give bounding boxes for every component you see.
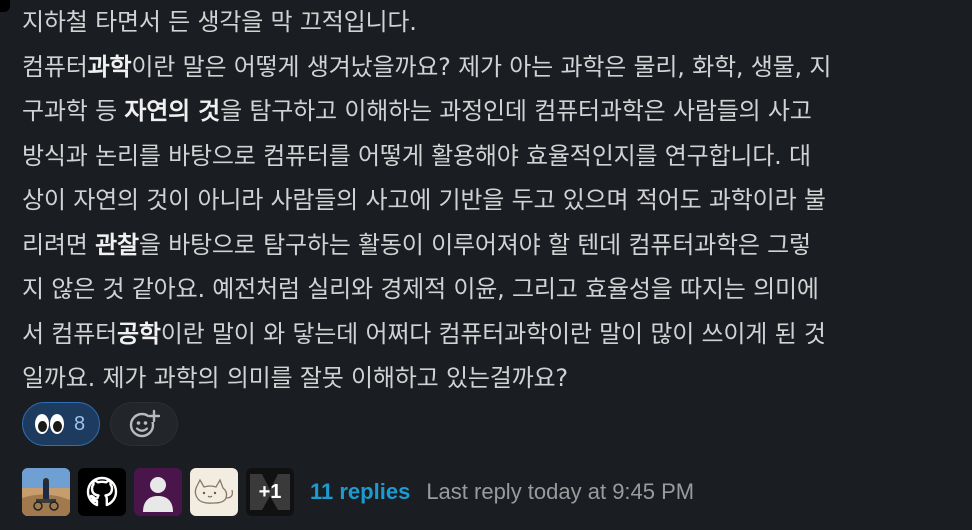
message-line: 리려면 관찰을 바탕으로 탐구하는 활동이 이루어져야 할 텐데 컴퓨터과학은 … — [22, 223, 962, 268]
message-text: 지하철 타면서 든 생각을 막 끄적입니다. — [22, 8, 417, 36]
message-text: 리려면 — [22, 230, 96, 259]
more-avatars-badge: +1 — [246, 468, 294, 516]
message-text: 방식과 논리를 바탕으로 컴퓨터를 어떻게 활용해야 효율적인지를 연구합니다.… — [22, 141, 811, 170]
message-line: 일까요. 제가 과학의 의미를 잘못 이해하고 있는걸까요? — [22, 356, 962, 401]
reaction-count: 8 — [74, 412, 86, 435]
reply-avatars: +1 — [22, 468, 294, 516]
avatar — [134, 468, 182, 516]
message-text: 서 컴퓨터 — [22, 319, 117, 348]
message-text: 이란 말은 어떻게 생겨났을까요? 제가 아는 과학은 물리, 화학, 생물, … — [131, 52, 832, 81]
message-line: 지하철 타면서 든 생각을 막 끄적입니다. — [22, 0, 962, 45]
message-text: 을 바탕으로 탐구하는 활동이 이루어져야 할 텐데 컴퓨터과학은 그렇 — [138, 230, 811, 259]
add-reaction-icon — [129, 409, 161, 438]
user-icon — [143, 477, 173, 512]
corner-mark — [0, 0, 10, 12]
github-icon — [86, 476, 118, 507]
eyes-icon — [35, 414, 64, 434]
bold-text: 과학 — [87, 52, 132, 81]
message-text: 이란 말이 와 닿는데 어쩌다 컴퓨터과학이란 말이 많이 쓰이게 된 것 — [160, 319, 826, 348]
replies-link[interactable]: 11 replies — [310, 479, 410, 505]
message-text: 지 않은 것 같아요. 예전처럼 실리와 경제적 이윤, 그리고 효율성을 따지… — [22, 275, 819, 303]
message-text: 컴퓨터 — [22, 52, 88, 81]
bold-text: 관찰 — [95, 230, 139, 259]
add-reaction-button[interactable] — [110, 402, 179, 446]
reactions-bar: 8 — [22, 402, 179, 446]
bold-text: 공학 — [116, 319, 161, 348]
message-text: 일까요. 제가 과학의 의미를 잘못 이해하고 있는걸까요? — [22, 364, 568, 392]
photo-avatar-icon — [22, 468, 70, 516]
message-body: 지하철 타면서 든 생각을 막 끄적입니다. 컴퓨터과학이란 말은 어떻게 생겨… — [22, 0, 962, 401]
message-line: 구과학 등 자연의 것을 탐구하고 이해하는 과정인데 컴퓨터과학은 사람들의 … — [22, 89, 962, 134]
message-text: 상이 자연의 것이 아니라 사람들의 사고에 기반을 두고 있으며 적어도 과학… — [22, 186, 826, 214]
bold-text: 자연의 것 — [124, 97, 221, 125]
avatar — [78, 468, 126, 516]
more-avatars-count: +1 — [258, 480, 282, 503]
avatar — [22, 468, 70, 516]
last-reply-time: Last reply today at 9:45 PM — [426, 479, 695, 504]
message-line: 컴퓨터과학이란 말은 어떻게 생겨났을까요? 제가 아는 과학은 물리, 화학,… — [22, 45, 962, 90]
message-line: 서 컴퓨터공학이란 말이 와 닿는데 어쩌다 컴퓨터과학이란 말이 많이 쓰이게… — [22, 312, 962, 357]
message-text: 을 탐구하고 이해하는 과정인데 컴퓨터과학은 사람들의 사고 — [220, 97, 812, 125]
avatar — [190, 468, 238, 516]
eyes-reaction-button[interactable]: 8 — [22, 402, 101, 446]
cat-icon — [194, 478, 234, 504]
message-line: 상이 자연의 것이 아니라 사람들의 사고에 기반을 두고 있으며 적어도 과학… — [22, 178, 962, 223]
message-text: 구과학 등 — [22, 97, 125, 125]
thread-summary[interactable]: +1 11 replies Last reply today at 9:45 P… — [22, 468, 694, 516]
message-line: 지 않은 것 같아요. 예전처럼 실리와 경제적 이윤, 그리고 효율성을 따지… — [22, 267, 962, 312]
message-line: 방식과 논리를 바탕으로 컴퓨터를 어떻게 활용해야 효율적인지를 연구합니다.… — [22, 134, 962, 179]
